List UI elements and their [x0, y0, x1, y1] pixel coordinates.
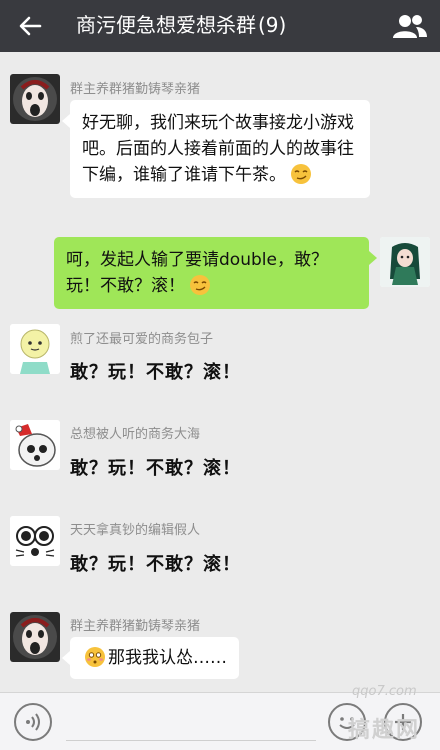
smirk-emoji-icon — [190, 275, 210, 295]
message-text[interactable]: 敢？玩！不敢？滚！ — [70, 550, 241, 576]
sender-name: 天天拿真钞的编辑假人 — [70, 523, 201, 538]
message-input[interactable] — [66, 703, 316, 741]
avatar[interactable] — [10, 74, 60, 124]
voice-input-button[interactable] — [14, 703, 52, 741]
message-text[interactable]: 敢？玩！不敢？滚！ — [70, 358, 241, 384]
message-text: 好无聊，我们来玩个故事接龙小游戏吧。后面的人接着前面的人的故事往下编，谁输了谁请… — [82, 113, 354, 185]
bun-character-icon — [10, 324, 60, 374]
panda-face-icon — [10, 516, 60, 566]
group-name: 商污便急想爱想杀群 — [76, 13, 256, 37]
avatar[interactable] — [10, 516, 60, 566]
member-count: (9) — [258, 13, 287, 37]
own-message-bubble[interactable]: 呵，发起人输了要请double，敢？玩！不敢？滚！ — [54, 237, 377, 309]
avatar[interactable] — [10, 612, 60, 662]
message-bubble[interactable]: 好无聊，我们来玩个故事接龙小游戏吧。后面的人接着前面的人的故事往下编，谁输了谁请… — [62, 100, 370, 198]
watermark-url: qqo7.com — [352, 684, 417, 699]
chat-title: 商污便急想爱想杀群 (9) — [76, 12, 286, 38]
dog-mascot-icon — [10, 420, 60, 470]
watermark-brand: 搞趣网 — [348, 718, 421, 743]
anime-girl-icon — [380, 237, 430, 287]
message-text: 那我我认怂…… — [108, 648, 227, 668]
sender-name: 群主养群猪勤铸琴亲猪 — [70, 82, 201, 97]
chat-header: 商污便急想爱想杀群 (9) — [0, 0, 440, 52]
avatar[interactable] — [10, 420, 60, 470]
message-bubble[interactable]: 那我我认怂…… — [62, 637, 239, 679]
group-members-icon[interactable] — [390, 10, 430, 42]
back-arrow-icon[interactable] — [14, 10, 46, 42]
message-list[interactable]: 群主养群猪勤铸琴亲猪 好无聊，我们来玩个故事接龙小游戏吧。后面的人接着前面的人的… — [0, 52, 440, 692]
avatar[interactable] — [10, 324, 60, 374]
own-avatar[interactable] — [380, 237, 430, 287]
flushed-emoji-icon — [85, 647, 105, 667]
sender-name: 煎了还最可爱的商务包子 — [70, 332, 214, 347]
message-text[interactable]: 敢？玩！不敢？滚！ — [70, 454, 241, 480]
clown-face-icon — [10, 612, 60, 662]
smirk-emoji-icon — [291, 164, 311, 184]
sender-name: 总想被人听的商务大海 — [70, 427, 201, 442]
sender-name: 群主养群猪勤铸琴亲猪 — [70, 619, 201, 634]
voice-icon — [26, 713, 40, 731]
clown-face-icon — [10, 74, 60, 124]
